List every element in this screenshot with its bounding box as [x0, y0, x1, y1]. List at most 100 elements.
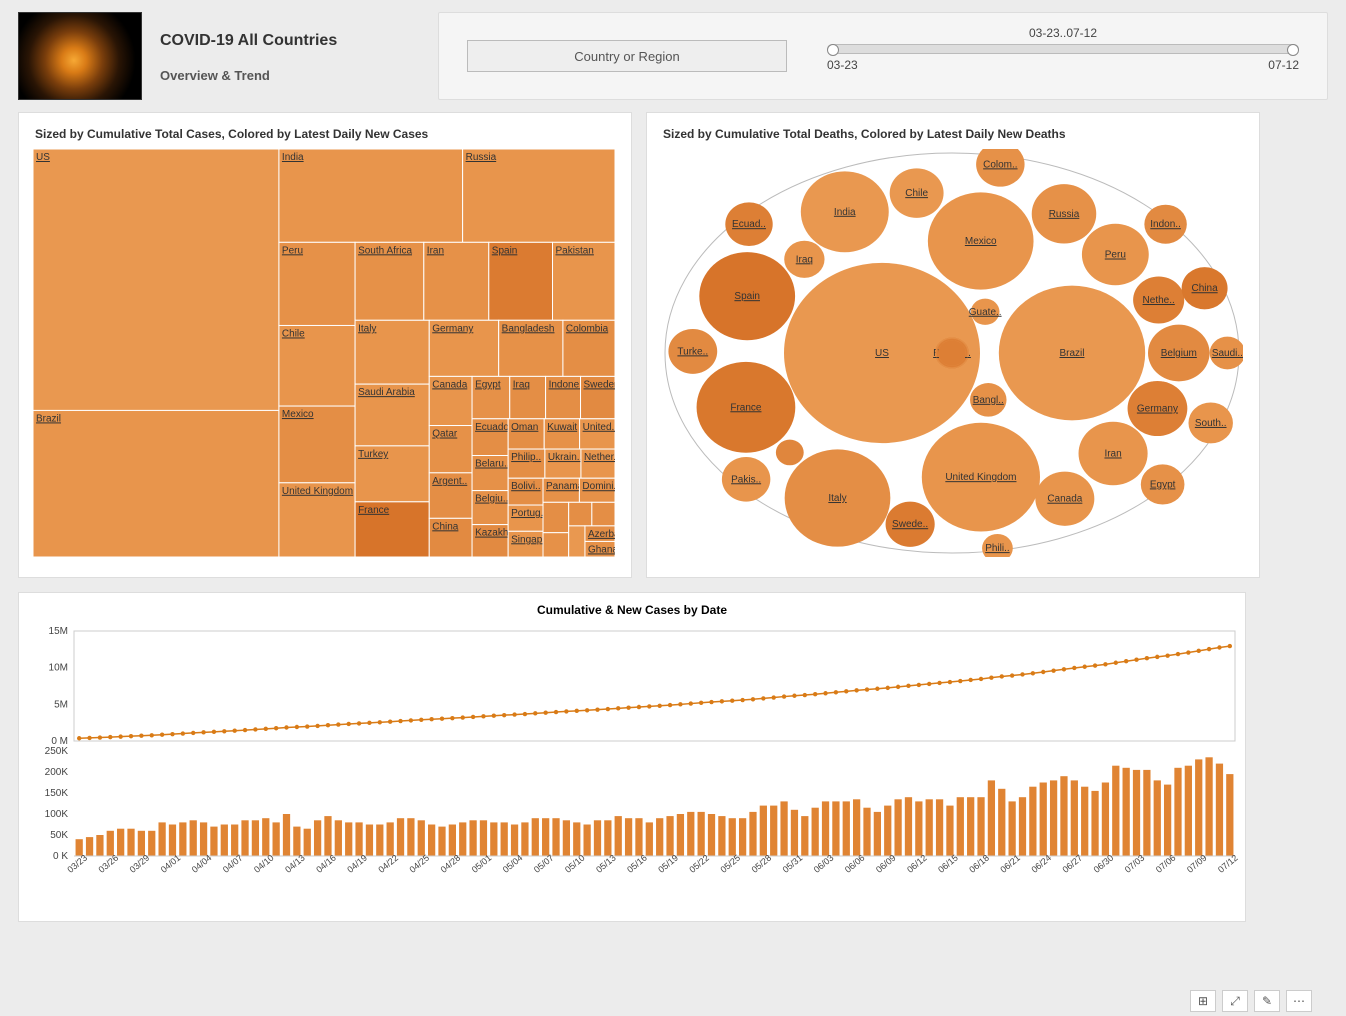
- bar[interactable]: [749, 812, 756, 856]
- bar[interactable]: [677, 814, 684, 856]
- line-point[interactable]: [243, 728, 247, 732]
- line-point[interactable]: [1197, 649, 1201, 653]
- line-point[interactable]: [761, 696, 765, 700]
- line-point[interactable]: [1062, 667, 1066, 671]
- bar[interactable]: [1112, 766, 1119, 856]
- line-point[interactable]: [1000, 674, 1004, 678]
- bar[interactable]: [583, 825, 590, 857]
- bar[interactable]: [480, 820, 487, 856]
- line-point[interactable]: [927, 682, 931, 686]
- timechart[interactable]: 0 M5M10M15M0 K50K100K150K200K250K03/2303…: [19, 621, 1245, 921]
- line-point[interactable]: [896, 685, 900, 689]
- bar[interactable]: [801, 816, 808, 856]
- bar[interactable]: [1133, 770, 1140, 856]
- bar[interactable]: [1071, 780, 1078, 856]
- bar[interactable]: [1226, 774, 1233, 856]
- bar[interactable]: [252, 820, 259, 856]
- bar[interactable]: [449, 825, 456, 857]
- line-point[interactable]: [378, 720, 382, 724]
- bar[interactable]: [770, 806, 777, 856]
- bar[interactable]: [635, 818, 642, 856]
- bar[interactable]: [863, 808, 870, 856]
- line-point[interactable]: [1103, 662, 1107, 666]
- edit-button[interactable]: ✎: [1254, 990, 1280, 1012]
- bar[interactable]: [190, 820, 197, 856]
- line-point[interactable]: [616, 706, 620, 710]
- bar[interactable]: [760, 806, 767, 856]
- line-point[interactable]: [367, 721, 371, 725]
- bar[interactable]: [780, 801, 787, 856]
- bar[interactable]: [625, 818, 632, 856]
- bar[interactable]: [1143, 770, 1150, 856]
- line-point[interactable]: [295, 725, 299, 729]
- bar[interactable]: [304, 829, 311, 856]
- line-point[interactable]: [699, 701, 703, 705]
- line-point[interactable]: [575, 709, 579, 713]
- line-point[interactable]: [1155, 655, 1159, 659]
- bubble[interactable]: [938, 340, 966, 365]
- line-point[interactable]: [1020, 672, 1024, 676]
- bar[interactable]: [739, 818, 746, 856]
- bar[interactable]: [822, 801, 829, 856]
- bar[interactable]: [324, 816, 331, 856]
- line-point[interactable]: [533, 711, 537, 715]
- bar[interactable]: [832, 801, 839, 856]
- bar[interactable]: [708, 814, 715, 856]
- line-point[interactable]: [326, 723, 330, 727]
- bar[interactable]: [1019, 797, 1026, 856]
- country-region-filter-button[interactable]: Country or Region: [467, 40, 787, 72]
- bar[interactable]: [397, 818, 404, 856]
- bar[interactable]: [418, 820, 425, 856]
- line-point[interactable]: [979, 677, 983, 681]
- line-point[interactable]: [1041, 670, 1045, 674]
- bar[interactable]: [853, 799, 860, 856]
- line-point[interactable]: [834, 690, 838, 694]
- bubble[interactable]: [776, 440, 804, 466]
- line-point[interactable]: [1186, 650, 1190, 654]
- bar[interactable]: [646, 822, 653, 856]
- line-point[interactable]: [720, 699, 724, 703]
- bar[interactable]: [1185, 766, 1192, 856]
- line-point[interactable]: [1051, 668, 1055, 672]
- focus-mode-button[interactable]: ⤢: [1222, 990, 1248, 1012]
- line-point[interactable]: [844, 689, 848, 693]
- line-point[interactable]: [388, 720, 392, 724]
- bar[interactable]: [894, 799, 901, 856]
- line-point[interactable]: [201, 730, 205, 734]
- line-point[interactable]: [1165, 653, 1169, 657]
- bar[interactable]: [314, 820, 321, 856]
- line-point[interactable]: [98, 735, 102, 739]
- bar[interactable]: [200, 822, 207, 856]
- bar[interactable]: [1050, 780, 1057, 856]
- treemap-cell[interactable]: [33, 149, 279, 410]
- treemap-cell[interactable]: [569, 526, 585, 557]
- line-point[interactable]: [968, 678, 972, 682]
- line-point[interactable]: [937, 681, 941, 685]
- bar[interactable]: [407, 818, 414, 856]
- bar[interactable]: [490, 822, 497, 856]
- bar[interactable]: [158, 822, 165, 856]
- bar[interactable]: [843, 801, 850, 856]
- bar[interactable]: [273, 822, 280, 856]
- line-point[interactable]: [1134, 658, 1138, 662]
- line-point[interactable]: [77, 736, 81, 740]
- line-point[interactable]: [253, 727, 257, 731]
- bar[interactable]: [604, 820, 611, 856]
- line-point[interactable]: [181, 731, 185, 735]
- treemap-cell[interactable]: [33, 410, 279, 557]
- line-point[interactable]: [564, 709, 568, 713]
- bar[interactable]: [387, 822, 394, 856]
- line-point[interactable]: [709, 700, 713, 704]
- slider-track[interactable]: [827, 44, 1299, 54]
- line-point[interactable]: [481, 714, 485, 718]
- bar[interactable]: [355, 822, 362, 856]
- bar[interactable]: [1029, 787, 1036, 856]
- bar[interactable]: [511, 825, 518, 857]
- line-point[interactable]: [595, 707, 599, 711]
- line-point[interactable]: [108, 735, 112, 739]
- line-point[interactable]: [689, 701, 693, 705]
- line-point[interactable]: [471, 715, 475, 719]
- bar[interactable]: [86, 837, 93, 856]
- line-point[interactable]: [284, 725, 288, 729]
- line-point[interactable]: [585, 708, 589, 712]
